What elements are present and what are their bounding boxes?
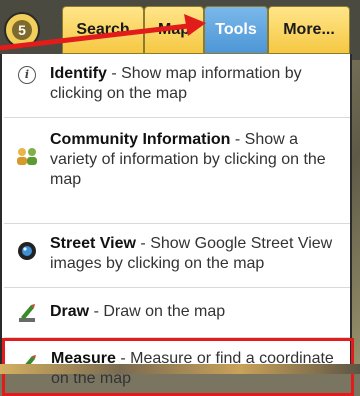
identify-title: Identify xyxy=(50,65,107,82)
community-title: Community Information xyxy=(50,131,231,148)
toolbar: 5 Search Map Tools More... xyxy=(0,0,360,60)
home-icon: 5 xyxy=(12,20,32,40)
pencil-ruler-icon xyxy=(19,304,35,322)
menu-item-draw[interactable]: Draw - Draw on the map xyxy=(4,288,350,338)
camera-icon xyxy=(18,242,36,260)
menu-item-community-information[interactable]: Community Information - Show a variety o… xyxy=(4,118,350,224)
home-button[interactable]: 5 xyxy=(4,12,40,48)
tools-menu: i Identify - Show map information by cli… xyxy=(0,54,354,396)
draw-title: Draw xyxy=(50,303,90,320)
tab-tools[interactable]: Tools xyxy=(204,6,268,54)
street-view-title: Street View xyxy=(50,235,136,252)
map-strip xyxy=(0,364,360,374)
tab-more[interactable]: More... xyxy=(268,6,350,54)
info-icon: i xyxy=(18,66,36,84)
menu-item-street-view[interactable]: Street View - Show Google Street View im… xyxy=(4,224,350,288)
tab-map[interactable]: Map xyxy=(144,6,204,54)
menu-item-identify[interactable]: i Identify - Show map information by cli… xyxy=(4,54,350,118)
tab-search[interactable]: Search xyxy=(62,6,144,54)
community-icon xyxy=(17,148,37,165)
draw-desc: - Draw on the map xyxy=(89,303,226,320)
